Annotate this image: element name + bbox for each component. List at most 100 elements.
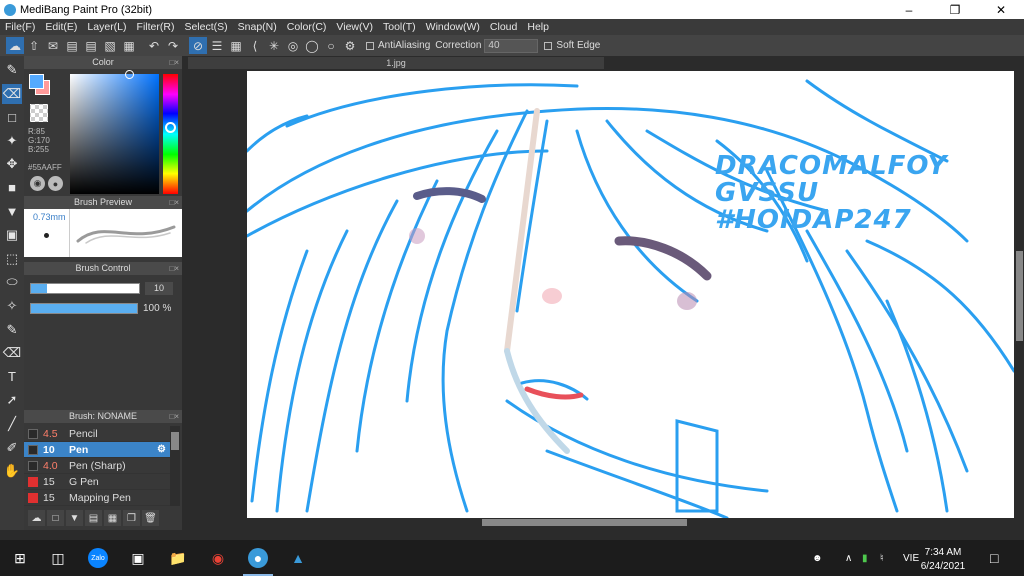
brush-file-icon[interactable]: ▤ — [85, 510, 102, 526]
bucket-tool-icon[interactable]: ▼ — [2, 202, 22, 222]
people-icon[interactable]: ☻ — [812, 540, 823, 576]
cloud-sync-icon[interactable]: ☁ — [6, 37, 24, 54]
chat-icon[interactable]: ▤ — [63, 37, 81, 54]
brush-settings-gear-icon[interactable]: ⚙ — [157, 444, 166, 455]
snap-circle-icon[interactable]: ◎ — [284, 37, 302, 54]
gradient-tool-icon[interactable]: ▣ — [2, 225, 22, 245]
menu-layer[interactable]: Layer(L) — [82, 21, 131, 33]
task-view-icon[interactable]: ◫ — [48, 548, 68, 568]
panel-close-icon[interactable]: □× — [169, 410, 179, 423]
brush-tool-icon[interactable]: ✎ — [2, 60, 22, 80]
color-history-icon[interactable]: ● — [48, 176, 63, 191]
language-indicator[interactable]: VIE — [903, 540, 919, 576]
close-icon[interactable]: ✕ — [978, 0, 1024, 19]
medibang-taskbar-icon[interactable]: ● — [248, 548, 268, 568]
snap-ellipse-icon[interactable]: ○ — [322, 37, 340, 54]
volume-muted-icon[interactable]: ♮ — [880, 540, 884, 576]
system-clock[interactable]: 7:34 AM 6/24/2021 — [918, 546, 968, 574]
eyedropper-tool-icon[interactable]: ✐ — [2, 438, 22, 458]
notification-center-icon[interactable]: □ — [990, 540, 998, 576]
vertical-scroll-thumb[interactable] — [1016, 251, 1023, 341]
magic-wand-tool-icon[interactable]: ✧ — [2, 296, 22, 316]
sv-picker-handle[interactable] — [125, 70, 134, 79]
brush-options-icon[interactable]: ▼ — [66, 510, 83, 526]
horizontal-scroll-thumb[interactable] — [482, 519, 687, 526]
maximize-icon[interactable]: ❐ — [932, 0, 978, 19]
menu-edit[interactable]: Edit(E) — [40, 21, 82, 33]
brush-list-scroll-thumb[interactable] — [171, 432, 179, 450]
brush-opacity-slider[interactable] — [30, 303, 138, 314]
undo-icon[interactable]: ↶ — [145, 37, 163, 54]
hand-tool-icon[interactable]: ✋ — [2, 461, 22, 481]
drawing-canvas[interactable]: DRACOMALFOY GVSSU #HOIDAP247 — [247, 71, 1014, 518]
delete-brush-icon[interactable]: 🗑 — [142, 510, 159, 526]
share-icon[interactable]: ⇧ — [25, 37, 43, 54]
add-brush-cloud-icon[interactable]: ☁ — [28, 510, 45, 526]
menu-view[interactable]: View(V) — [331, 21, 378, 33]
select-rect-tool-icon[interactable]: ⬚ — [2, 249, 22, 269]
snap-settings-icon[interactable]: ⚙ — [341, 37, 359, 54]
soft-edge-checkbox[interactable] — [544, 41, 553, 50]
vertical-scrollbar[interactable] — [1015, 71, 1024, 518]
dot-tool-icon[interactable]: ✦ — [2, 131, 22, 151]
brush-size-slider[interactable] — [30, 283, 140, 294]
comment-icon[interactable]: ✉ — [44, 37, 62, 54]
brush-item-mapping-pen[interactable]: 15 Mapping Pen — [24, 490, 170, 506]
app-icon[interactable]: ▣ — [128, 548, 148, 568]
palette-icon[interactable]: ◉ — [30, 176, 45, 191]
minimize-icon[interactable]: – — [886, 0, 932, 19]
brush-list-scrollbar[interactable] — [170, 426, 180, 506]
divide-tool-icon[interactable]: ╱ — [2, 414, 22, 434]
correction-select[interactable]: 40 — [484, 38, 539, 53]
horizontal-scrollbar[interactable] — [247, 518, 1014, 527]
menu-cloud[interactable]: Cloud — [485, 21, 522, 33]
snap-grid-icon[interactable]: ▦ — [227, 37, 245, 54]
menu-tool[interactable]: Tool(T) — [378, 21, 421, 33]
grid-layout-icon[interactable]: ▦ — [120, 37, 138, 54]
redo-icon[interactable]: ↷ — [164, 37, 182, 54]
antialiasing-checkbox[interactable] — [366, 41, 374, 50]
file-explorer-icon[interactable]: 📁 — [168, 548, 188, 568]
document-icon[interactable]: ▤ — [82, 37, 100, 54]
zalo-app-icon[interactable]: Zalo — [88, 548, 108, 568]
photos-app-icon[interactable]: ▲ — [288, 548, 308, 568]
duplicate-brush-icon[interactable]: ❐ — [123, 510, 140, 526]
brush-size-value[interactable]: 10 — [145, 282, 173, 295]
snap-radial-icon[interactable]: ✳ — [265, 37, 283, 54]
show-hidden-icons-chevron-icon[interactable]: ∧ — [845, 540, 852, 576]
rectangle-tool-icon[interactable]: □ — [2, 107, 22, 127]
panel-close-icon[interactable]: □× — [169, 56, 179, 69]
operation-tool-icon[interactable]: ➚ — [2, 390, 22, 410]
snap-off-icon[interactable]: ⊘ — [189, 37, 207, 54]
snap-curve-icon[interactable]: ◯ — [303, 37, 321, 54]
menu-window[interactable]: Window(W) — [421, 21, 485, 33]
menu-color[interactable]: Color(C) — [282, 21, 332, 33]
clipboard-icon[interactable]: ▧ — [101, 37, 119, 54]
select-eraser-tool-icon[interactable]: ⌫ — [2, 343, 22, 363]
lasso-tool-icon[interactable]: ⬭ — [2, 272, 22, 292]
battery-icon[interactable]: ▮ — [862, 540, 868, 576]
hue-handle[interactable] — [165, 122, 176, 133]
add-brush-icon[interactable]: □ — [47, 510, 64, 526]
hue-slider[interactable] — [163, 74, 178, 194]
snap-parallel-icon[interactable]: ☰ — [208, 37, 226, 54]
text-tool-icon[interactable]: T — [2, 367, 22, 387]
menu-file[interactable]: File(F) — [0, 21, 40, 33]
eraser-tool-icon[interactable]: ⌫ — [2, 83, 22, 104]
snap-vanishing-icon[interactable]: ⟨ — [246, 37, 264, 54]
panel-close-icon[interactable]: □× — [169, 262, 179, 275]
fill-rect-tool-icon[interactable]: ■ — [2, 178, 22, 198]
windows-start-icon[interactable]: ⊞ — [10, 548, 30, 568]
chrome-icon[interactable]: ◉ — [208, 548, 228, 568]
saturation-value-picker[interactable] — [70, 70, 159, 194]
document-tab[interactable]: 1.jpg — [188, 57, 604, 69]
move-tool-icon[interactable]: ✥ — [2, 154, 22, 174]
transparent-color-swatch[interactable] — [30, 104, 48, 122]
brush-item-g-pen[interactable]: 15 G Pen — [24, 474, 170, 490]
menu-snap[interactable]: Snap(N) — [233, 21, 282, 33]
select-pen-tool-icon[interactable]: ✎ — [2, 320, 22, 340]
brush-folder-icon[interactable]: ▦ — [104, 510, 121, 526]
menu-help[interactable]: Help — [522, 21, 554, 33]
brush-item-pencil[interactable]: 4.5 Pencil — [24, 426, 170, 442]
brush-item-pen[interactable]: 10 Pen ⚙ — [24, 442, 170, 458]
